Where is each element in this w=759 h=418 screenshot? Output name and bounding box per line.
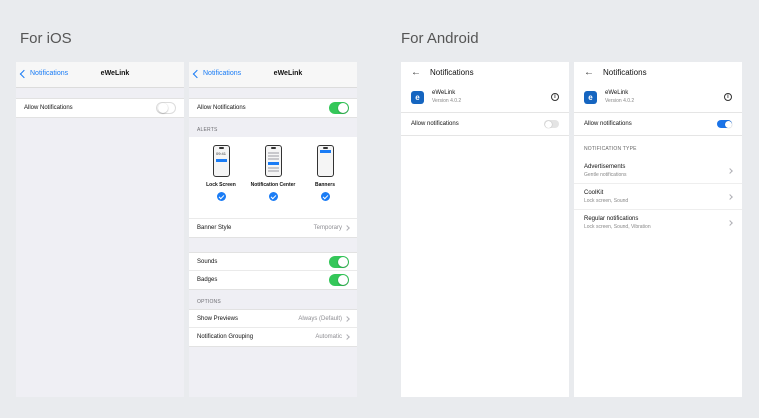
type-title: Advertisements: [584, 163, 626, 170]
alerts-options: 09:41 Lock Screen Notification Center Ba…: [189, 137, 357, 219]
notification-type-regular[interactable]: Regular notifications Lock screen, Sound…: [574, 210, 742, 236]
switch-knob: [544, 120, 552, 128]
checkmark-icon[interactable]: [216, 192, 226, 201]
chevron-right-icon: [727, 220, 733, 226]
app-name: eWeLink: [605, 90, 629, 96]
options-section-label: OPTIONS: [197, 299, 221, 305]
android-top-bar: ← Notifications: [401, 62, 569, 82]
allow-notifications-label: Allow notifications: [411, 121, 459, 127]
notification-type-label: NOTIFICATION TYPE: [584, 146, 637, 152]
sounds-label: Sounds: [197, 258, 218, 265]
nav-title: eWeLink: [273, 70, 303, 77]
ios-screen-app-settings: Notifications eWeLink Allow Notification…: [16, 62, 184, 397]
type-subtitle: Lock screen, Sound, Vibration: [584, 224, 651, 230]
nav-title: eWeLink: [100, 70, 130, 77]
arrow-back-icon[interactable]: ←: [411, 67, 421, 78]
notification-grouping-value: Automatic: [315, 334, 342, 340]
banner-style-label: Banner Style: [197, 225, 232, 231]
android-screen-notifications-enabled: ← Notifications e eWeLink Version 4.0.2 …: [574, 62, 742, 397]
sounds-badges-group: Sounds Badges: [189, 252, 357, 290]
allow-notifications-toggle[interactable]: [329, 102, 349, 114]
allow-notifications-label: Allow Notifications: [24, 105, 73, 111]
show-previews-value: Always (Default): [298, 315, 342, 322]
banner-style-group: Banner Style Temporary: [189, 219, 357, 238]
sounds-row: Sounds: [189, 253, 357, 271]
lock-screen-phone-icon: 09:41: [212, 145, 230, 177]
toggle-knob: [157, 103, 168, 113]
android-screen-app-notifications: ← Notifications e eWeLink Version 4.0.2 …: [401, 62, 569, 397]
chevron-right-icon: [344, 315, 350, 322]
toggle-knob: [338, 103, 348, 113]
notification-grouping-row[interactable]: Notification Grouping Automatic: [189, 328, 357, 346]
type-subtitle: Gentle notifications: [584, 171, 627, 178]
chevron-right-icon: [727, 193, 733, 200]
alert-lock-screen[interactable]: 09:41 Lock Screen: [196, 145, 246, 212]
android-section-title: For Android: [401, 30, 479, 47]
notification-type-coolkit[interactable]: CoolKit Lock screen, Sound: [574, 184, 742, 210]
app-info-row: e eWeLink Version 4.0.2 i: [574, 82, 742, 112]
badges-toggle[interactable]: [329, 274, 349, 286]
alert-label: Lock Screen: [206, 182, 236, 188]
banner-style-value: Temporary: [313, 225, 342, 231]
page-title: Notifications: [603, 67, 647, 77]
app-info-row: e eWeLink Version 4.0.2 i: [401, 82, 569, 112]
ios-screen-notifications-enabled: Notifications eWeLink Allow Notification…: [189, 62, 357, 397]
allow-group: Allow Notifications: [189, 98, 357, 118]
ios-section-title: For iOS: [20, 30, 72, 47]
allow-notifications-row: Allow Notifications: [16, 99, 184, 117]
toggle-knob: [338, 275, 348, 285]
app-version: Version 4.0.2: [605, 98, 635, 104]
ios-nav-bar: Notifications eWeLink: [189, 62, 357, 88]
banner-style-row[interactable]: Banner Style Temporary: [189, 219, 357, 237]
alert-label: Notification Center: [250, 182, 296, 188]
show-previews-label: Show Previews: [197, 315, 239, 322]
android-top-bar: ← Notifications: [574, 62, 742, 82]
notification-grouping-label: Notification Grouping: [197, 334, 254, 340]
alert-notification-center[interactable]: Notification Center: [248, 145, 298, 212]
badges-row: Badges: [189, 271, 357, 289]
phone-time: 09:41: [215, 151, 226, 156]
checkmark-icon[interactable]: [268, 192, 278, 201]
allow-notifications-label: Allow Notifications: [197, 105, 246, 111]
allow-notifications-toggle[interactable]: [156, 102, 176, 114]
banners-phone-icon: [316, 145, 334, 177]
ios-nav-bar: Notifications eWeLink: [16, 62, 184, 88]
switch-knob: [724, 120, 732, 128]
allow-notifications-row: Allow notifications: [574, 113, 742, 135]
allow-group: Allow Notifications: [16, 98, 184, 118]
allow-notifications-switch[interactable]: [544, 120, 559, 128]
type-subtitle: Lock screen, Sound: [584, 197, 629, 204]
app-name: eWeLink: [432, 90, 456, 96]
info-icon[interactable]: i: [724, 93, 732, 101]
page-title: Notifications: [430, 67, 474, 77]
alert-banners[interactable]: Banners: [300, 145, 350, 212]
type-title: CoolKit: [584, 189, 604, 196]
allow-notifications-row: Allow Notifications: [189, 99, 357, 117]
ewelink-app-icon: e: [584, 90, 597, 104]
allow-notifications-row: Allow notifications: [401, 113, 569, 135]
info-icon[interactable]: i: [551, 93, 559, 101]
allow-notifications-label: Allow notifications: [584, 121, 632, 127]
alerts-section-label: ALERTS: [197, 127, 218, 133]
ewelink-app-icon: e: [411, 90, 424, 104]
notification-center-phone-icon: [264, 145, 282, 177]
options-group: Show Previews Always (Default) Notificat…: [189, 309, 357, 347]
chevron-right-icon: [344, 334, 350, 340]
notification-type-advertisements[interactable]: Advertisements Gentle notifications: [574, 158, 742, 184]
toggle-knob: [338, 256, 348, 267]
allow-notifications-switch[interactable]: [717, 120, 732, 128]
arrow-back-icon[interactable]: ←: [584, 67, 594, 78]
chevron-right-icon: [727, 167, 733, 174]
badges-label: Badges: [197, 277, 218, 283]
checkmark-icon[interactable]: [320, 192, 330, 201]
alert-label: Banners: [314, 182, 335, 188]
chevron-right-icon: [344, 225, 350, 231]
show-previews-row[interactable]: Show Previews Always (Default): [189, 310, 357, 328]
app-version: Version 4.0.2: [432, 98, 462, 104]
sounds-toggle[interactable]: [329, 255, 349, 268]
divider: [401, 135, 569, 136]
type-title: Regular notifications: [584, 216, 639, 222]
